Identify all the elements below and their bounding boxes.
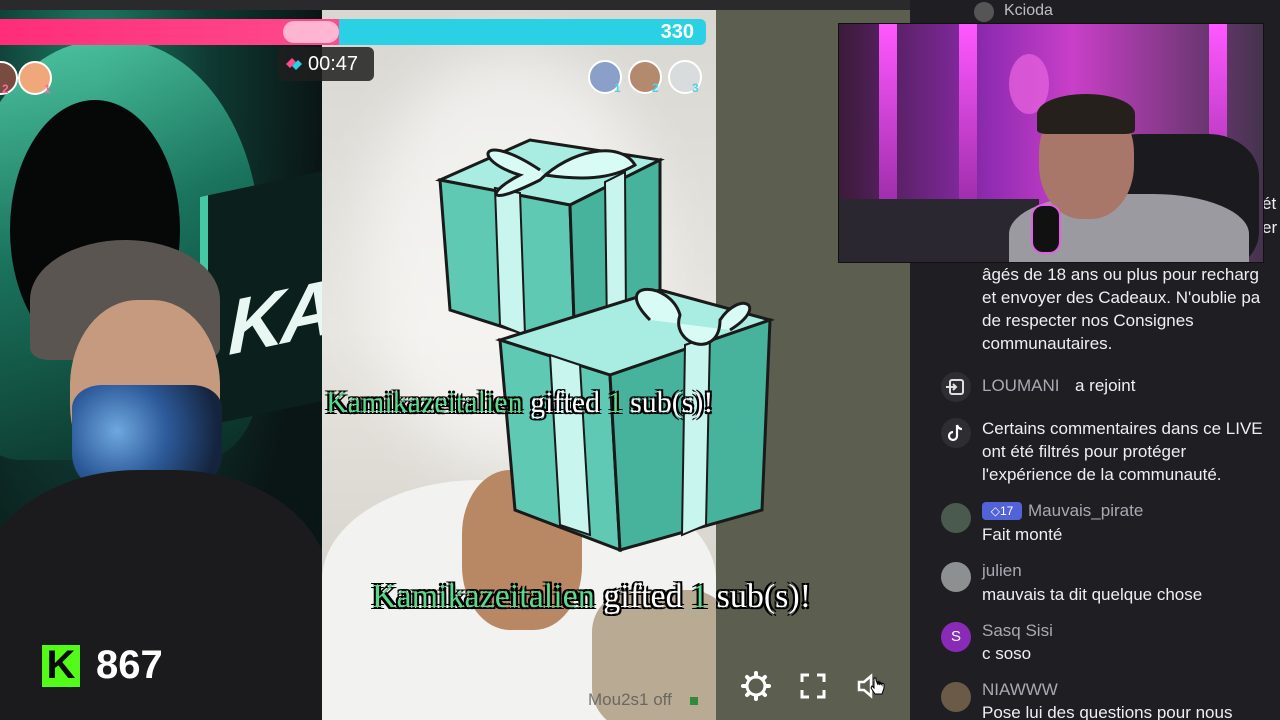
timer-text: 00:47 [308, 53, 359, 75]
chat-message: c soso [982, 644, 1032, 663]
chat-avatar[interactable]: S [941, 622, 971, 652]
gift-suffix: sub(s)! [630, 386, 714, 419]
tiktok-icon [941, 418, 971, 448]
chat-text-fragment: er [1262, 218, 1278, 237]
participant-rank: 3 [692, 81, 699, 95]
chat-message: Fait monté [982, 525, 1063, 544]
chat-username[interactable]: julien [982, 561, 1022, 581]
battle-score: 330 [660, 21, 694, 43]
watermark: Mou2s1 off [588, 690, 672, 709]
cursor-icon [870, 677, 885, 695]
join-icon [941, 372, 971, 402]
system-message-line: et envoyer des Cadeaux. N'oublie pa [982, 288, 1261, 307]
battle-timer: 00:47 [278, 47, 374, 81]
chat-avatar[interactable] [941, 503, 971, 533]
watermark-dot [690, 697, 698, 705]
gift-sender: Kamikazeitalien [372, 578, 595, 615]
level-badge-number: 17 [999, 504, 1014, 518]
participant-rank: 2 [652, 81, 659, 95]
participant-rank: 1 [614, 81, 621, 95]
microphone [1031, 204, 1061, 254]
battle-icon [286, 58, 302, 70]
chat-avatar[interactable] [941, 562, 971, 592]
gear-icon[interactable] [740, 670, 772, 702]
kick-logo-letter: K [46, 643, 76, 687]
stream-viewer: KAI 2 1 K 867 1 2 3 Mou2s1 off 330 00:47 [0, 0, 1280, 720]
battle-spark [282, 21, 339, 43]
chat-avatar [974, 2, 994, 22]
chat-username[interactable]: Mauvais_pirate [1028, 501, 1143, 521]
system-message-line: communautaires. [982, 334, 1113, 353]
participant-rank: 1 [44, 82, 51, 96]
gift-count: 1 [607, 386, 623, 419]
viewer-count: 867 [96, 643, 163, 687]
gift-animation [435, 138, 776, 553]
gift-count: 1 [691, 578, 709, 615]
gift-suffix: sub(s)! [716, 578, 812, 615]
gift-verb: gifted [530, 386, 601, 419]
filter-notice-line: l'expérience de la communauté. [982, 465, 1222, 484]
participant-rank: 2 [2, 82, 9, 96]
filter-notice-line: ont été filtrés pour protéger [982, 442, 1187, 461]
system-message-line: de respecter nos Consignes [982, 311, 1194, 330]
chat-message: mauvais ta dit quelque chose [982, 585, 1203, 604]
gift-message: Kamikazeitalien gifted 1 sub(s)! [326, 386, 713, 420]
chat-username[interactable]: NIAWWW [982, 680, 1058, 700]
join-text: a rejoint [1075, 376, 1136, 395]
chat-username[interactable]: Sasq Sisi [982, 621, 1053, 641]
gift-sender: Kamikazeitalien [326, 386, 523, 419]
filter-notice-line: Certains commentaires dans ce LIVE [982, 419, 1263, 438]
chat-username: Kcioda [1004, 2, 1053, 19]
system-message-line: âgés de 18 ans ou plus pour recharg [982, 265, 1259, 284]
gift-message: Kamikazeitalien gifted 1 sub(s)! [372, 578, 811, 616]
streamer-hair [1037, 94, 1135, 134]
level-badge: ◇17 [982, 502, 1022, 520]
fullscreen-icon[interactable] [797, 670, 829, 702]
chat-text-fragment: ét [1262, 194, 1277, 213]
battle-progress-bar: 330 [0, 19, 706, 45]
chat-username[interactable]: LOUMANI [982, 376, 1059, 396]
streamer-webcam [838, 23, 1264, 263]
chat-avatar[interactable] [941, 682, 971, 712]
chat-message: Pose lui des questions pour nous [982, 703, 1233, 720]
gift-verb: gifted [603, 578, 683, 615]
